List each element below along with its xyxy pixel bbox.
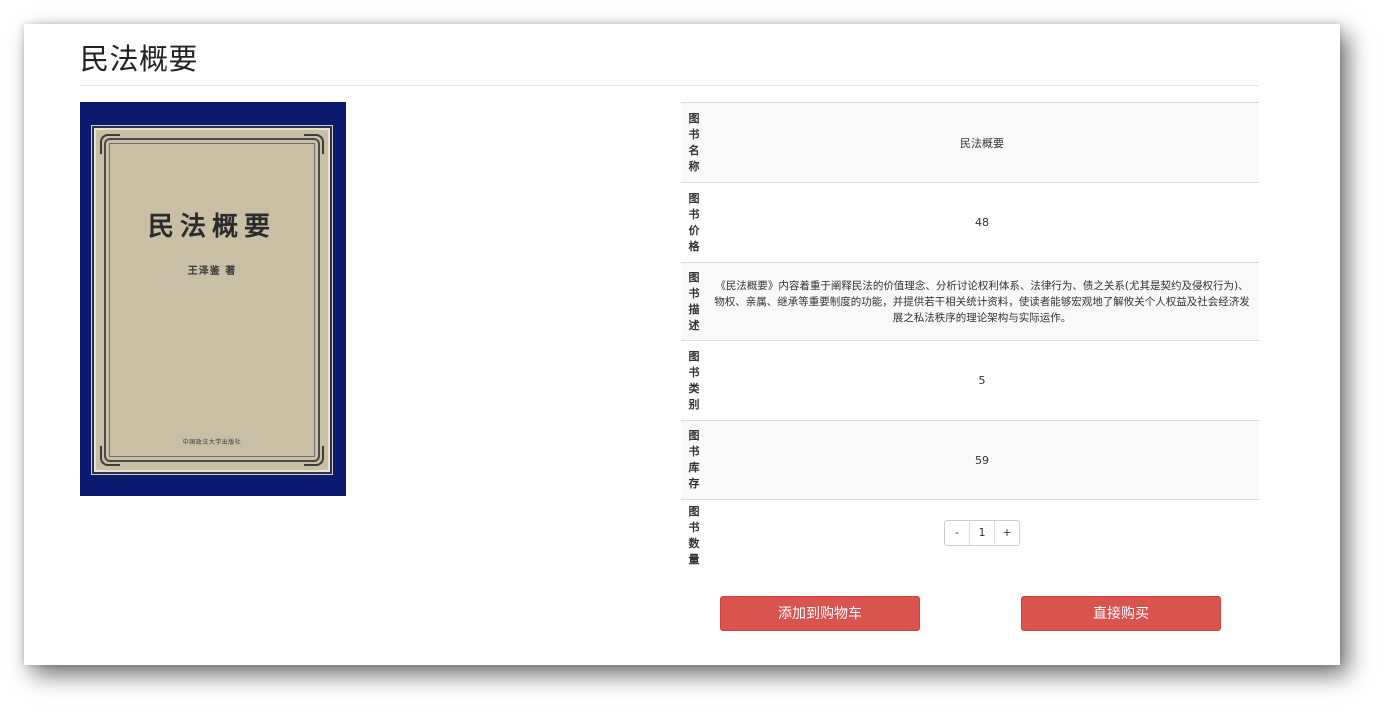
increment-button[interactable]: + <box>995 521 1019 545</box>
row-label-stock: 图书库存 <box>688 429 700 490</box>
cover-title: 民法概要 <box>147 212 276 242</box>
ornament-icon <box>304 134 324 154</box>
row-label-category: 图书类别 <box>688 349 700 411</box>
table-row: 图书类别 5 <box>681 340 1259 421</box>
table-row: 图书价格 48 <box>681 182 1259 263</box>
book-name-value: 民法概要 <box>960 136 1004 150</box>
cover-paper: 民法概要 王泽鉴 著 中国政法大学出版社 <box>96 130 328 470</box>
buy-now-button[interactable]: 直接购买 <box>1021 596 1221 631</box>
row-label-quantity: 图书数量 <box>688 504 700 566</box>
product-card: 民法概要 民法概要 王泽鉴 著 中国政法大学出版社 图书名称 民法概要 图书价格… <box>24 24 1340 665</box>
title-divider <box>80 85 1259 86</box>
page-title: 民法概要 <box>80 42 199 76</box>
row-label-name: 图书名称 <box>688 111 700 173</box>
book-description-value: 《民法概要》内容着重于阐释民法的价值理念、分析讨论权利体系、法律行为、债之关系(… <box>714 279 1250 324</box>
row-label-price: 图书价格 <box>688 191 700 253</box>
table-row: 图书名称 民法概要 <box>681 102 1259 183</box>
cover-publisher: 中国政法大学出版社 <box>182 439 242 446</box>
add-to-cart-button[interactable]: 添加到购物车 <box>720 596 920 631</box>
quantity-input[interactable]: 1 <box>969 520 995 545</box>
cover-author: 王泽鉴 著 <box>187 266 237 277</box>
book-stock-value: 59 <box>975 453 989 467</box>
table-row: 图书库存 59 <box>681 420 1259 500</box>
ornament-icon <box>304 446 324 466</box>
book-cover-image: 民法概要 王泽鉴 著 中国政法大学出版社 <box>80 102 346 496</box>
book-category-value: 5 <box>978 374 986 387</box>
decrement-button[interactable]: - <box>945 521 969 545</box>
table-row: 图书数量 - 1 + <box>681 499 1259 572</box>
quantity-stepper: - 1 + <box>944 519 1020 546</box>
book-details-table: 图书名称 民法概要 图书价格 48 图书描述 《民法概要》内容着重于阐释民法的价… <box>681 102 1259 572</box>
row-label-description: 图书描述 <box>688 270 700 332</box>
ornament-icon <box>100 446 120 466</box>
book-price-value: 48 <box>975 216 989 229</box>
table-row: 图书描述 《民法概要》内容着重于阐释民法的价值理念、分析讨论权利体系、法律行为、… <box>681 262 1259 341</box>
ornament-icon <box>100 134 120 154</box>
